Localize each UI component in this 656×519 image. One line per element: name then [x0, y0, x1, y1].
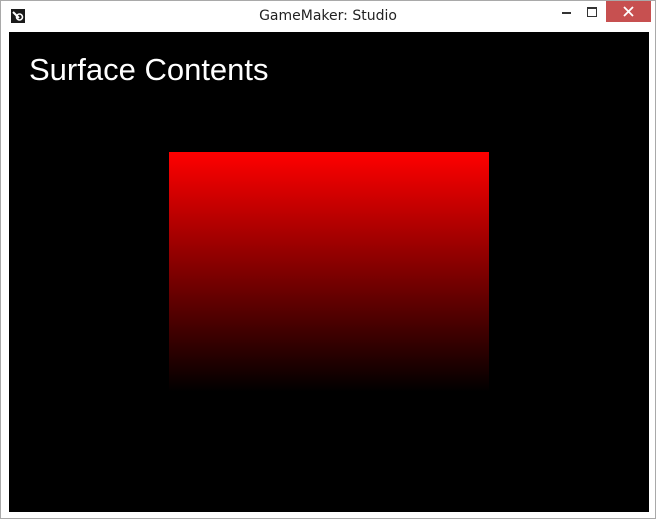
gradient-surface [169, 152, 489, 392]
minimize-button[interactable] [554, 1, 579, 22]
close-button[interactable] [606, 1, 651, 22]
surface-contents-heading: Surface Contents [29, 52, 269, 87]
title-bar[interactable]: GameMaker: Studio [1, 1, 655, 31]
maximize-button[interactable] [579, 1, 605, 22]
game-canvas[interactable]: Surface Contents [9, 32, 649, 512]
maximize-icon [587, 7, 597, 17]
minimize-icon [562, 12, 571, 14]
close-icon [623, 6, 634, 17]
app-window: GameMaker: Studio Surface Contents [0, 0, 656, 519]
